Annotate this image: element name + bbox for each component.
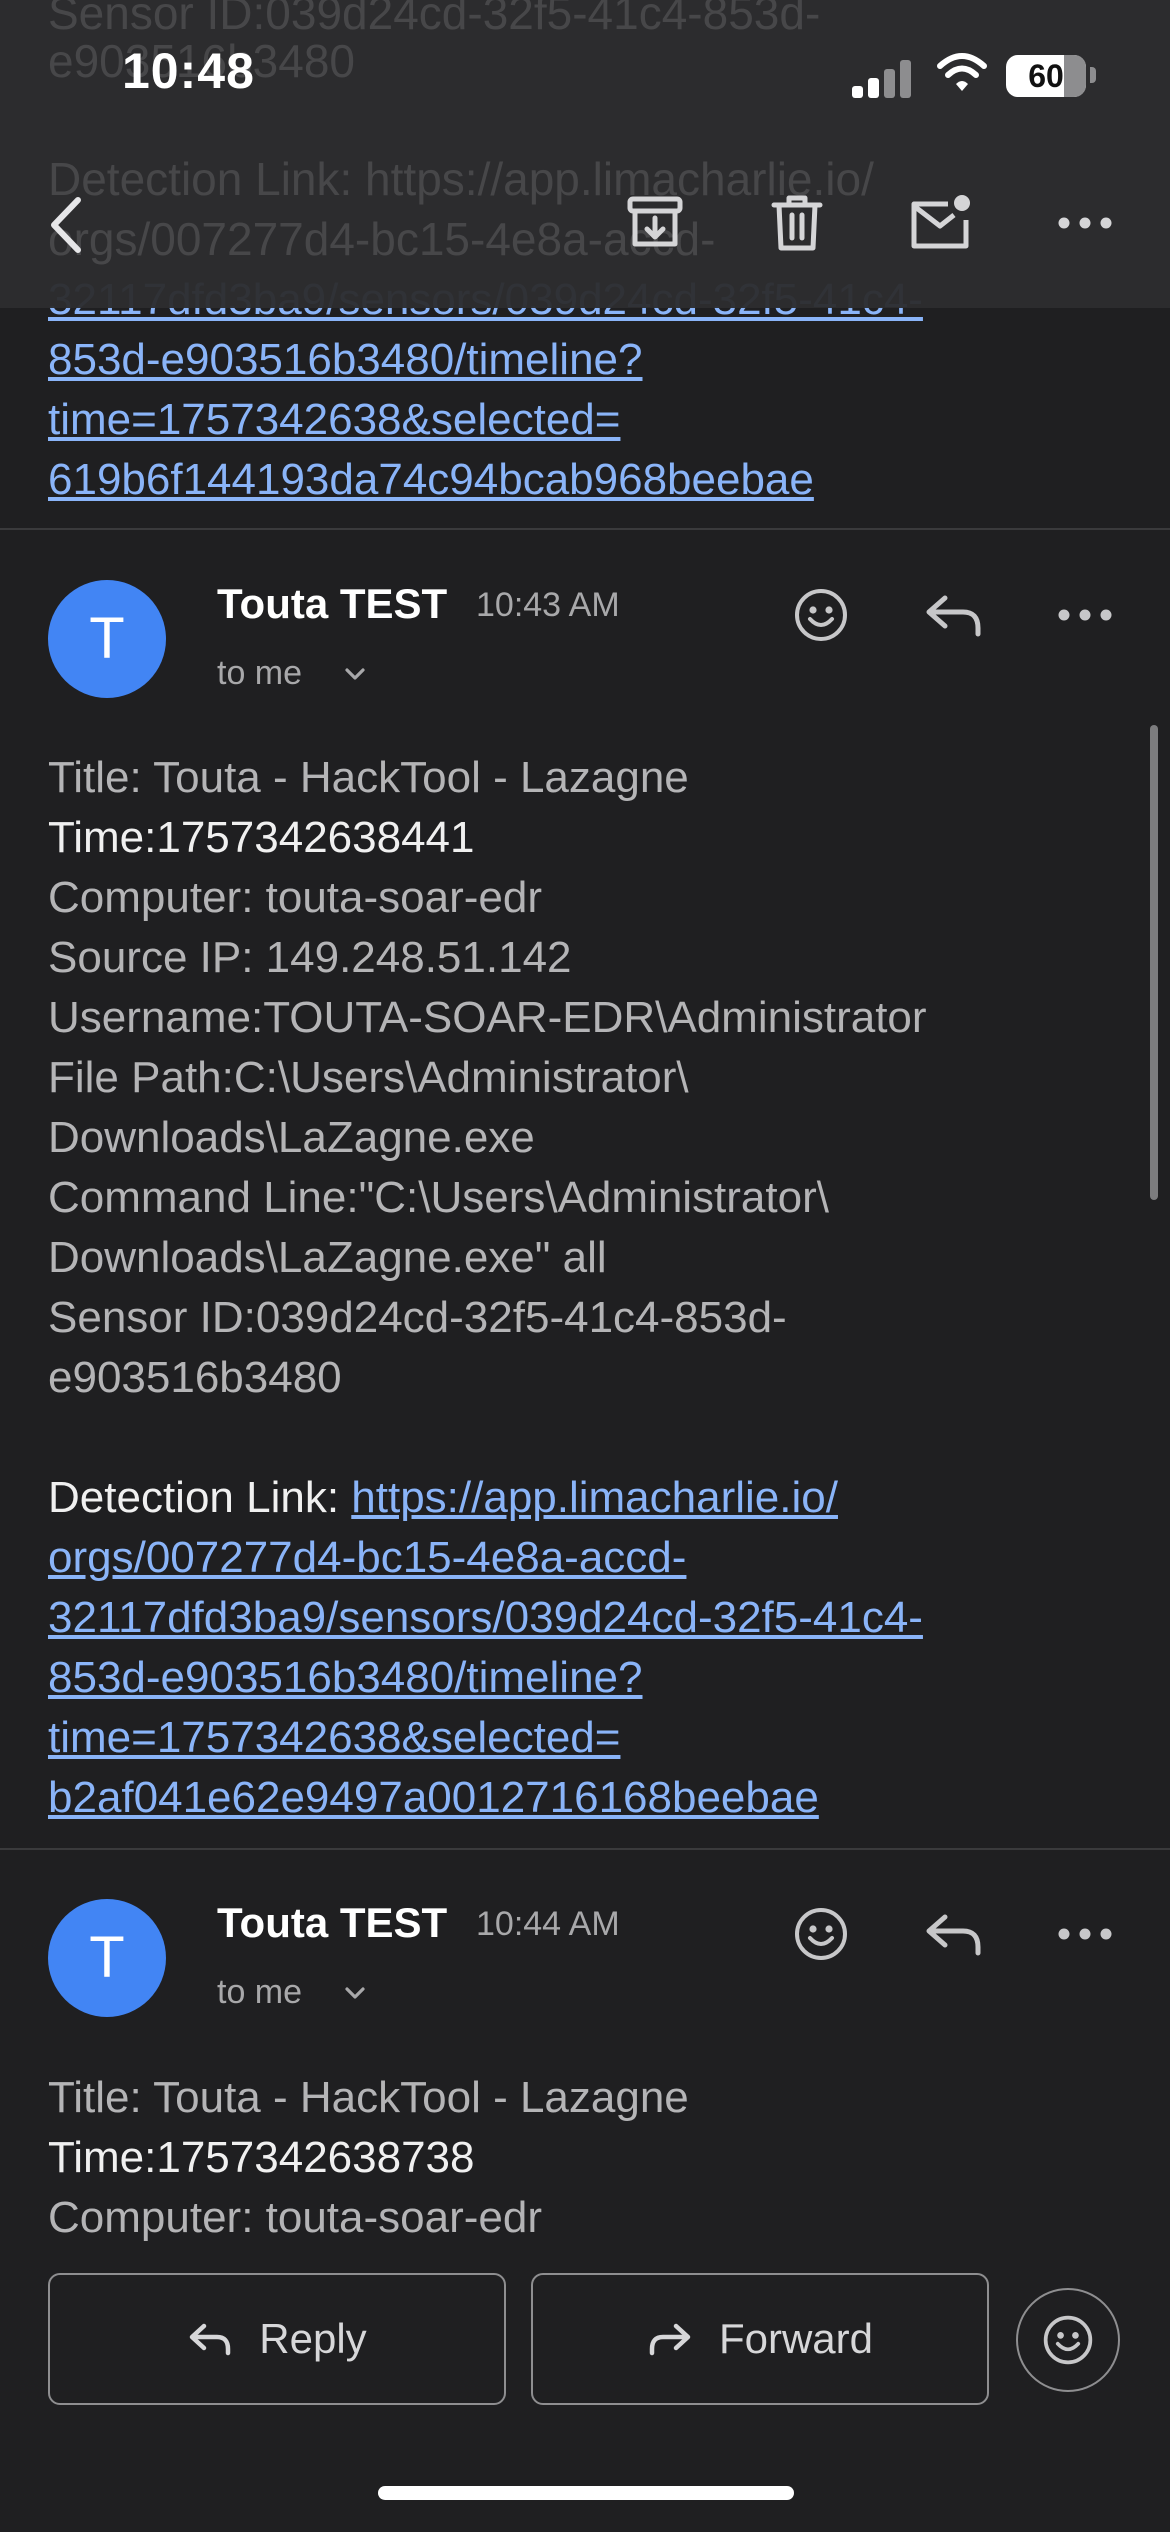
detection-line: Detection Link: https://app.limacharlie.… — [48, 1468, 1128, 1528]
email-thread-screen: 32117dfd3ba9/sensors/039d24cd-32f5-41c4-… — [0, 0, 1170, 2532]
top-action-bar: Sensor ID:039d24cd-32f5-41c4-853d- e9035… — [0, 0, 1170, 308]
message-more-button[interactable] — [1050, 1899, 1120, 1969]
forward-icon — [649, 2323, 691, 2356]
sender-name: Touta TEST — [217, 1899, 448, 1946]
battery-icon: 60 — [1006, 55, 1086, 97]
recipient-label[interactable]: to me — [217, 1973, 302, 2012]
body-line-time: Time:1757342638738 — [48, 2133, 475, 2182]
scroll-indicator[interactable] — [1150, 725, 1158, 1200]
detection-link[interactable]: b2af041e62e9497a0012716168beebae — [48, 1768, 1128, 1828]
body-line-command-line: Downloads\LaZagne.exe" all — [48, 1233, 607, 1282]
body-line-username: Username:TOUTA-SOAR-EDR\Administrator — [48, 993, 927, 1042]
smiley-icon — [795, 1908, 847, 1960]
forward-label: Forward — [718, 2315, 874, 2362]
message-time: 10:43 AM — [476, 586, 620, 624]
more-horizontal-icon — [1058, 1928, 1112, 1940]
battery-nub — [1090, 67, 1096, 83]
back-button[interactable] — [34, 188, 98, 262]
chevron-left-icon — [51, 197, 81, 253]
message-time: 10:44 AM — [476, 1905, 620, 1943]
message-body: Title: Touta - HackTool - Lazagne Time:1… — [48, 748, 1128, 1828]
mark-unread-button[interactable] — [904, 186, 978, 258]
more-horizontal-icon — [1058, 217, 1112, 229]
smiley-icon — [1043, 2315, 1093, 2365]
body-line-computer: Computer: touta-soar-edr — [48, 873, 542, 922]
body-line-source-ip: Source IP: 149.248.51.142 — [48, 933, 572, 982]
archive-button[interactable] — [620, 188, 690, 258]
mail-unread-icon — [911, 195, 970, 249]
battery-empty-portion — [1064, 55, 1086, 97]
chevron-down-icon[interactable] — [340, 664, 370, 684]
home-indicator — [378, 2486, 794, 2500]
body-line-file-path: File Path:C:\Users\Administrator\ — [48, 1053, 689, 1102]
message-divider — [0, 528, 1170, 530]
detection-link[interactable]: 32117dfd3ba9/sensors/039d24cd-32f5-41c4- — [48, 1588, 1128, 1648]
archive-icon — [627, 196, 683, 247]
emoji-reaction-button[interactable] — [786, 580, 856, 650]
message-more-button[interactable] — [1050, 580, 1120, 650]
emoji-reaction-button[interactable] — [1016, 2288, 1120, 2392]
detection-link[interactable]: https://app.limacharlie.io/ — [351, 1473, 838, 1522]
emoji-reaction-button[interactable] — [786, 1899, 856, 1969]
chevron-down-icon[interactable] — [340, 1983, 370, 2003]
message-divider — [0, 1848, 1170, 1850]
reply-label: Reply — [259, 2315, 367, 2362]
forward-action-button[interactable]: Forward — [531, 2273, 989, 2405]
message-body: Title: Touta - HackTool - Lazagne Time:1… — [48, 2068, 1128, 2248]
obscured-text: Detection Link: https://app.limacharlie.… — [48, 153, 874, 205]
smiley-icon — [795, 589, 847, 641]
reply-button[interactable] — [918, 1899, 990, 1969]
link-line[interactable]: time=1757342638&selected= — [48, 390, 1128, 450]
body-line-computer: Computer: touta-soar-edr — [48, 2193, 542, 2242]
reply-icon — [926, 1914, 981, 1956]
reply-icon — [926, 595, 981, 637]
sender-name: Touta TEST — [217, 580, 448, 627]
cellular-signal-icon — [852, 58, 916, 98]
recipient-label[interactable]: to me — [217, 654, 302, 693]
detection-link[interactable]: time=1757342638&selected= — [48, 1708, 1128, 1768]
reply-action-button[interactable]: Reply — [48, 2273, 506, 2405]
reply-icon — [190, 2323, 231, 2356]
delete-button[interactable] — [762, 188, 832, 258]
wifi-icon — [937, 53, 987, 91]
body-line-command-line: Command Line:"C:\Users\Administrator\ — [48, 1173, 829, 1222]
status-time: 10:48 — [122, 43, 255, 99]
body-line-sensor-id: e903516b3480 — [48, 1353, 342, 1402]
battery-level: 60 — [1028, 58, 1064, 94]
trash-icon — [771, 195, 823, 251]
more-horizontal-icon — [1058, 609, 1112, 621]
body-line-file-path: Downloads\LaZagne.exe — [48, 1113, 535, 1162]
reply-button[interactable] — [918, 580, 990, 650]
body-line-title: Title: Touta - HackTool - Lazagne — [48, 753, 689, 802]
detection-link[interactable]: orgs/007277d4-bc15-4e8a-accd- — [48, 1528, 1128, 1588]
link-line[interactable]: 619b6f144193da74c94bcab968beebae — [48, 450, 1128, 510]
body-line-sensor-id: Sensor ID:039d24cd-32f5-41c4-853d- — [48, 1293, 787, 1342]
link-line[interactable]: 853d-e903516b3480/timeline? — [48, 330, 1128, 390]
body-line-time: Time:1757342638441 — [48, 813, 475, 862]
sender-avatar[interactable]: T — [48, 1899, 166, 2017]
detection-link[interactable]: 853d-e903516b3480/timeline? — [48, 1648, 1128, 1708]
more-button[interactable] — [1050, 188, 1120, 258]
sender-avatar[interactable]: T — [48, 580, 166, 698]
body-line-title: Title: Touta - HackTool - Lazagne — [48, 2073, 689, 2122]
detection-label: Detection Link: — [48, 1473, 352, 1522]
obscured-text: orgs/007277d4-bc15-4e8a-accd- — [48, 213, 716, 265]
